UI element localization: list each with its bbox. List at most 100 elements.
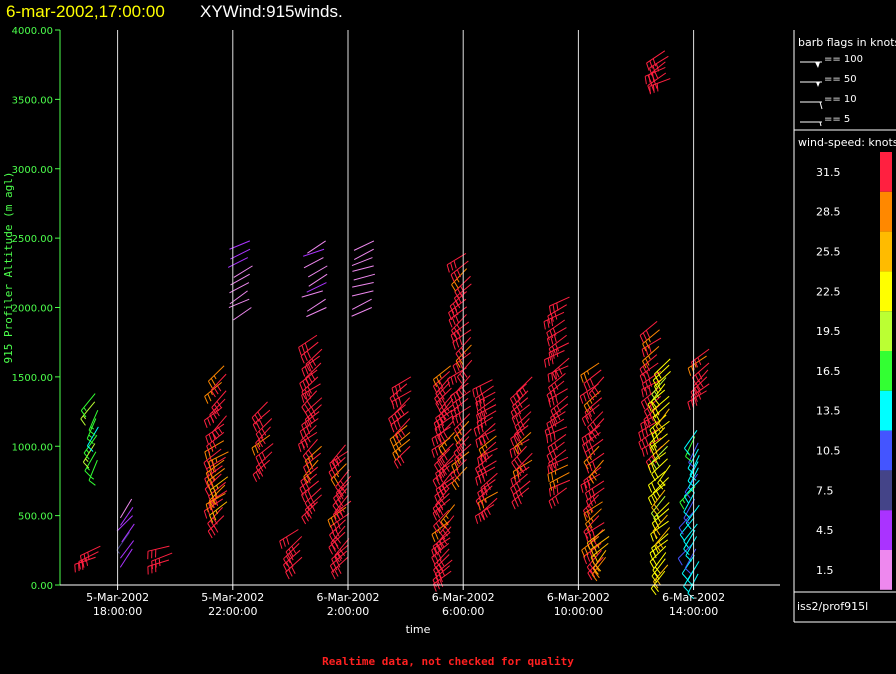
wind-barb-flag — [396, 419, 401, 428]
wind-barb-flag — [458, 337, 463, 346]
wind-barb-flag — [509, 449, 513, 458]
wind-barb-flag — [303, 353, 308, 361]
wind-barb-flag — [434, 464, 440, 472]
wind-barb-flag — [431, 534, 436, 543]
wind-barb-flag — [510, 487, 515, 496]
wind-barb-flag — [255, 421, 261, 430]
wind-barb-flag — [283, 564, 288, 573]
wind-barb-flag — [392, 436, 397, 445]
wind-barb-staff — [352, 265, 374, 272]
wind-barb-flag — [547, 473, 550, 483]
wind-barb-flag — [683, 495, 689, 504]
speed-color-swatch — [880, 390, 892, 431]
wind-barb-staff — [279, 529, 299, 542]
wind-barb-flag — [453, 471, 458, 480]
wind-barb-flag — [456, 434, 462, 442]
wind-barb-flag — [330, 479, 336, 487]
wind-barb-staff — [301, 290, 323, 298]
wind-barb-flag — [513, 485, 518, 493]
wind-barb-flag — [475, 477, 479, 486]
wind-barb-flag — [399, 455, 405, 464]
wind-barb-staff — [685, 504, 700, 524]
wind-barb-flag — [644, 387, 648, 396]
wind-barb-half-flag — [445, 515, 449, 519]
wind-barb-flag — [432, 480, 438, 488]
wind-barb-flag — [453, 437, 459, 445]
wind-barb-flag — [655, 426, 662, 434]
wind-barb-flag — [552, 487, 555, 496]
wind-barb-staff — [646, 50, 666, 64]
wind-barb-flag — [393, 461, 399, 469]
chart-title: XYWind:915winds. — [200, 2, 343, 21]
wind-barb-flag — [207, 380, 213, 389]
wind-barb-flag — [472, 389, 475, 398]
wind-barb-staff — [649, 55, 669, 69]
wind-barb-flag — [304, 491, 309, 500]
y-tick-label: 500.00 — [18, 512, 53, 523]
speed-color-swatch — [880, 430, 892, 471]
wind-barb-staff — [88, 409, 99, 431]
wind-barb-flag — [652, 558, 658, 566]
wind-barb-staff — [351, 290, 374, 297]
wind-barb-flag — [580, 484, 584, 493]
wind-barb-flag — [209, 414, 215, 422]
speed-level-label: 13.5 — [816, 405, 841, 418]
legend-barb-pennant — [816, 82, 820, 87]
wind-barb-flag — [681, 573, 688, 580]
wind-barb-flag — [301, 406, 307, 414]
wind-barb-flag — [543, 359, 547, 368]
wind-barb-flag — [458, 388, 464, 397]
wind-barb-flag — [456, 376, 463, 384]
speed-level-label: 19.5 — [816, 325, 841, 338]
speed-level-label: 1.5 — [816, 564, 834, 577]
x-tick-label-time: 10:00:00 — [554, 605, 603, 618]
wind-barb-flag — [456, 269, 461, 278]
wind-barb-flag — [435, 522, 441, 531]
wind-barb-flag — [208, 433, 213, 442]
wind-barb-flag — [583, 461, 589, 470]
wind-barb-staff — [655, 527, 671, 545]
wind-barb-flag — [87, 552, 90, 561]
wind-barb-flag — [651, 494, 656, 503]
wind-barb-flag — [454, 479, 460, 488]
wind-barb-flag — [207, 530, 213, 539]
wind-barb-flag — [651, 473, 656, 482]
wind-barb-flag — [579, 395, 584, 404]
wind-barb-flag — [653, 373, 659, 382]
wind-barb-flag — [516, 456, 522, 464]
wind-barb-staff — [308, 273, 328, 287]
wind-barb-flag — [648, 345, 652, 354]
y-tick-label: 3000.00 — [12, 165, 53, 176]
wind-barb-flag — [513, 459, 520, 467]
wind-barb-flag — [255, 456, 260, 465]
barb-legend-label: == 10 — [824, 94, 857, 105]
wind-barb-staff — [548, 342, 570, 354]
wind-barb-flag — [473, 428, 477, 437]
speed-color-swatch — [880, 470, 892, 511]
wind-barb-half-flag — [437, 529, 441, 534]
wind-barb-flag — [209, 489, 214, 498]
y-tick-label: 1500.00 — [12, 373, 53, 384]
wind-barb-flag — [687, 402, 691, 411]
speed-level-label: 22.5 — [816, 285, 841, 298]
wind-barb-staff — [351, 298, 372, 310]
wind-barb-half-flag — [212, 468, 215, 473]
wind-barb-flag — [510, 438, 515, 447]
wind-barb-staff — [86, 418, 97, 439]
speed-level-label: 28.5 — [816, 206, 841, 219]
wind-barb-flag — [258, 454, 263, 463]
wind-barb-flag — [510, 478, 514, 487]
wind-barb-flag — [650, 588, 657, 596]
wind-barb-flag — [334, 569, 339, 577]
wind-barb-flag — [554, 462, 557, 471]
wind-barb-staff — [306, 282, 327, 293]
wind-barb-half-flag — [86, 449, 90, 454]
wind-barb-flag — [336, 566, 342, 575]
wind-barb-staff — [303, 257, 324, 269]
wind-barb-flag — [555, 496, 559, 504]
wind-barb-staff — [353, 273, 376, 281]
wind-barb-flag — [646, 62, 650, 71]
wind-barb-flag — [301, 494, 306, 503]
wind-barb-flag — [304, 378, 310, 386]
wind-barb-flag — [679, 534, 686, 542]
